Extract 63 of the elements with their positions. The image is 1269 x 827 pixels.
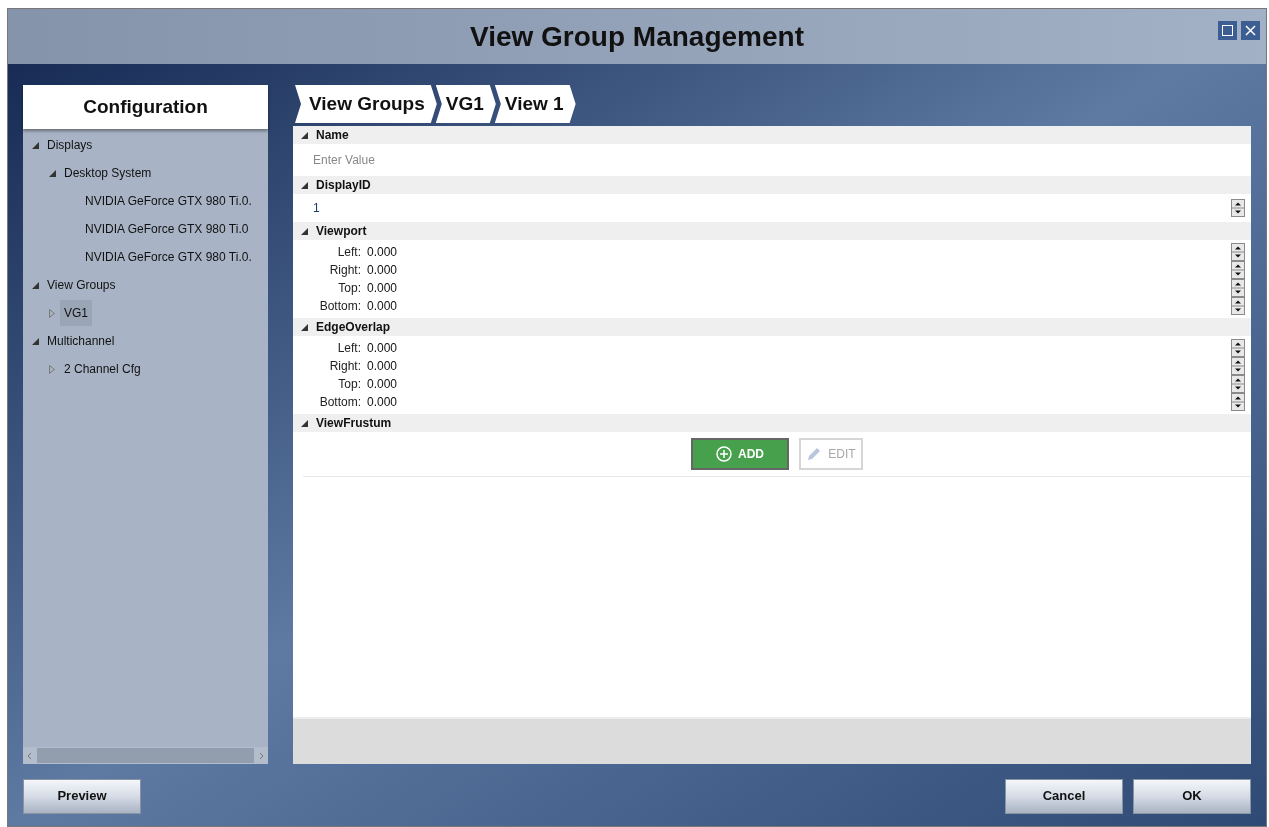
maximize-button[interactable] bbox=[1218, 21, 1237, 40]
field-label: Bottom: bbox=[318, 394, 361, 411]
maximize-icon bbox=[1222, 25, 1233, 36]
sidebar-title: Configuration bbox=[83, 94, 208, 119]
field-value[interactable]: 0.000 bbox=[367, 261, 398, 279]
spinner-icon[interactable] bbox=[1231, 375, 1245, 393]
section-title: Name bbox=[316, 127, 349, 144]
display-id-value[interactable]: 1 bbox=[313, 199, 320, 217]
window-title: View Group Management bbox=[470, 19, 804, 54]
field-value[interactable]: 0.000 bbox=[367, 279, 398, 297]
expanded-triangle-icon[interactable] bbox=[31, 337, 39, 345]
section-title: DisplayID bbox=[316, 177, 371, 194]
field-label: Bottom: bbox=[318, 298, 361, 315]
tree-item[interactable]: View Groups bbox=[43, 272, 120, 298]
spinner-icon[interactable] bbox=[1231, 393, 1245, 411]
expanded-triangle-icon[interactable] bbox=[301, 323, 308, 331]
field-label: Top: bbox=[337, 280, 361, 297]
spinner-icon[interactable] bbox=[1231, 297, 1245, 315]
field-label: Right: bbox=[328, 262, 361, 279]
field-label: Top: bbox=[337, 376, 361, 393]
dialog-button[interactable]: OK bbox=[1133, 778, 1251, 814]
spinner-icon[interactable] bbox=[1231, 261, 1245, 279]
spinner-icon[interactable] bbox=[1231, 279, 1245, 297]
expanded-triangle-icon[interactable] bbox=[301, 227, 308, 235]
section-title: Viewport bbox=[316, 223, 367, 240]
field-value[interactable]: 0.000 bbox=[367, 357, 398, 375]
tree-item[interactable]: Multichannel bbox=[43, 328, 119, 354]
expanded-triangle-icon[interactable] bbox=[301, 181, 308, 189]
tree-item[interactable]: Desktop System bbox=[60, 160, 156, 186]
field-value[interactable]: 0.000 bbox=[367, 243, 398, 261]
pencil-icon bbox=[806, 446, 823, 462]
field-value[interactable]: 0.000 bbox=[367, 339, 398, 357]
tree-item[interactable]: 2 Channel Cfg bbox=[60, 356, 145, 382]
expanded-triangle-icon[interactable] bbox=[31, 281, 39, 289]
section-title: EdgeOverlap bbox=[316, 319, 391, 336]
field-label: Left: bbox=[336, 244, 361, 261]
breadcrumb[interactable]: View Groups bbox=[295, 85, 437, 123]
spinner-icon[interactable] bbox=[1231, 243, 1245, 261]
spinner-icon[interactable] bbox=[1231, 199, 1245, 217]
field-label: Left: bbox=[336, 340, 361, 357]
tree-item[interactable]: NVIDIA GeForce GTX 980 Ti.0. bbox=[81, 188, 256, 214]
field-label: Right: bbox=[328, 358, 361, 375]
preview-button[interactable]: Preview bbox=[23, 778, 141, 814]
expanded-triangle-icon[interactable] bbox=[301, 131, 308, 139]
close-icon bbox=[1245, 25, 1256, 36]
plus-circle-icon bbox=[716, 446, 732, 462]
dialog-button[interactable]: Cancel bbox=[1005, 778, 1123, 814]
tree-item[interactable]: VG1 bbox=[60, 300, 92, 326]
expanded-triangle-icon[interactable] bbox=[48, 169, 56, 177]
field-value[interactable]: 0.000 bbox=[367, 375, 398, 393]
field-value[interactable]: 0.000 bbox=[367, 393, 398, 411]
spinner-icon[interactable] bbox=[1231, 339, 1245, 357]
field-value[interactable]: 0.000 bbox=[367, 297, 398, 315]
close-button[interactable] bbox=[1241, 21, 1260, 40]
tree-item[interactable]: Displays bbox=[43, 132, 97, 158]
tree-item[interactable]: NVIDIA GeForce GTX 980 Ti.0 bbox=[81, 216, 253, 242]
spinner-icon[interactable] bbox=[1231, 357, 1245, 375]
expanded-triangle-icon[interactable] bbox=[31, 141, 39, 149]
breadcrumb[interactable]: VG1 bbox=[435, 85, 496, 123]
breadcrumb[interactable]: View 1 bbox=[494, 85, 576, 123]
expanded-triangle-icon[interactable] bbox=[301, 419, 308, 427]
section-title: ViewFrustum bbox=[316, 415, 392, 432]
tree-item[interactable]: NVIDIA GeForce GTX 980 Ti.0. bbox=[81, 244, 256, 270]
